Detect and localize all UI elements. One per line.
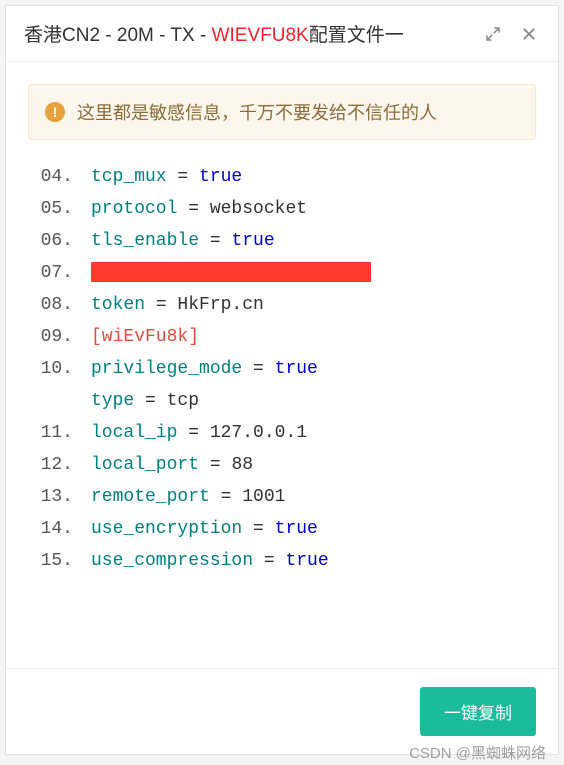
token-num: 1001 bbox=[242, 487, 285, 507]
code-content: use_compression = true bbox=[83, 545, 535, 577]
token-val: true bbox=[275, 519, 318, 539]
code-line: 06tls_enable = true bbox=[29, 225, 535, 257]
code-content: local_ip = 127.0.0.1 bbox=[83, 417, 535, 449]
title-prefix: 香港CN2 - 20M - TX - bbox=[24, 25, 212, 46]
token-key: tcp_mux bbox=[91, 167, 167, 187]
line-number: 13 bbox=[29, 481, 83, 513]
code-line: 10privilege_mode = true bbox=[29, 353, 535, 385]
token-num: 127.0.0.1 bbox=[210, 423, 307, 443]
code-content: tcp_mux = true bbox=[83, 161, 535, 193]
code-content: local_port = 88 bbox=[83, 449, 535, 481]
token-val: true bbox=[231, 231, 274, 251]
token-key: type bbox=[91, 391, 134, 411]
code-content: [wiEvFu8k] bbox=[83, 321, 535, 353]
token-op: = bbox=[177, 199, 209, 219]
token-op: = bbox=[242, 519, 274, 539]
code-content: token = HkFrp.cn bbox=[83, 289, 535, 321]
token-op: = bbox=[199, 455, 231, 475]
copy-button[interactable]: 一键复制 bbox=[420, 687, 536, 736]
code-line: 04tcp_mux = true bbox=[29, 161, 535, 193]
token-key: token bbox=[91, 295, 145, 315]
code-content: tls_enable = true bbox=[83, 225, 535, 257]
warning-alert: ! 这里都是敏感信息，千万不要发给不信任的人 bbox=[28, 84, 536, 140]
modal-footer: 一键复制 bbox=[6, 668, 558, 754]
token-key: use_compression bbox=[91, 551, 253, 571]
code-line: 11local_ip = 127.0.0.1 bbox=[29, 417, 535, 449]
modal-header: 香港CN2 - 20M - TX - WIEVFU8K配置文件一 bbox=[6, 6, 558, 62]
line-number: 07 bbox=[29, 257, 83, 289]
line-number bbox=[29, 385, 83, 417]
code-line: 12local_port = 88 bbox=[29, 449, 535, 481]
line-number: 15 bbox=[29, 545, 83, 577]
code-line: type = tcp bbox=[29, 385, 535, 417]
token-sec: [wiEvFu8k] bbox=[91, 327, 199, 347]
token-num: 88 bbox=[231, 455, 253, 475]
warning-icon: ! bbox=[45, 102, 65, 122]
code-content: remote_port = 1001 bbox=[83, 481, 535, 513]
code-line: 05protocol = websocket bbox=[29, 193, 535, 225]
code-content: type = tcp bbox=[83, 385, 535, 417]
token-str: HkFrp.cn bbox=[177, 295, 263, 315]
token-key: tls_enable bbox=[91, 231, 199, 251]
code-line: 07 bbox=[29, 257, 535, 289]
code-line: 15use_compression = true bbox=[29, 545, 535, 577]
token-val: true bbox=[199, 167, 242, 187]
line-number: 06 bbox=[29, 225, 83, 257]
config-modal: 香港CN2 - 20M - TX - WIEVFU8K配置文件一 ! 这里都是敏… bbox=[5, 5, 559, 755]
line-number: 04 bbox=[29, 161, 83, 193]
token-key: protocol bbox=[91, 199, 177, 219]
line-number: 08 bbox=[29, 289, 83, 321]
token-op: = bbox=[199, 231, 231, 251]
line-number: 09 bbox=[29, 321, 83, 353]
code-line: 08token = HkFrp.cn bbox=[29, 289, 535, 321]
token-str: tcp bbox=[167, 391, 199, 411]
warning-text: 这里都是敏感信息，千万不要发给不信任的人 bbox=[77, 99, 437, 125]
fullscreen-icon[interactable] bbox=[482, 23, 504, 45]
code-content: privilege_mode = true bbox=[83, 353, 535, 385]
token-key: privilege_mode bbox=[91, 359, 242, 379]
title-suffix: 配置文件一 bbox=[309, 25, 404, 46]
token-op: = bbox=[134, 391, 166, 411]
header-actions bbox=[482, 23, 540, 45]
code-content: use_encryption = true bbox=[83, 513, 535, 545]
redacted-block bbox=[91, 262, 371, 282]
code-content: protocol = websocket bbox=[83, 193, 535, 225]
token-op: = bbox=[145, 295, 177, 315]
token-op: = bbox=[253, 551, 285, 571]
token-val: true bbox=[285, 551, 328, 571]
token-key: remote_port bbox=[91, 487, 210, 507]
title-highlight: WIEVFU8K bbox=[212, 25, 309, 46]
line-number: 12 bbox=[29, 449, 83, 481]
token-key: local_port bbox=[91, 455, 199, 475]
modal-title: 香港CN2 - 20M - TX - WIEVFU8K配置文件一 bbox=[24, 20, 482, 47]
token-op: = bbox=[177, 423, 209, 443]
token-op: = bbox=[242, 359, 274, 379]
line-number: 11 bbox=[29, 417, 83, 449]
token-key: use_encryption bbox=[91, 519, 242, 539]
code-scroll[interactable]: 04tcp_mux = true05protocol = websocket06… bbox=[29, 161, 535, 645]
modal-body: ! 这里都是敏感信息，千万不要发给不信任的人 04tcp_mux = true0… bbox=[6, 62, 558, 668]
line-number: 05 bbox=[29, 193, 83, 225]
code-block: 04tcp_mux = true05protocol = websocket06… bbox=[28, 160, 536, 646]
code-line: 09 [wiEvFu8k] bbox=[29, 321, 535, 353]
token-val: true bbox=[275, 359, 318, 379]
close-icon[interactable] bbox=[518, 23, 540, 45]
code-line: 13remote_port = 1001 bbox=[29, 481, 535, 513]
code-content bbox=[83, 257, 535, 289]
token-key: local_ip bbox=[91, 423, 177, 443]
token-op: = bbox=[210, 487, 242, 507]
line-number: 10 bbox=[29, 353, 83, 385]
token-str: websocket bbox=[210, 199, 307, 219]
code-line: 14use_encryption = true bbox=[29, 513, 535, 545]
token-op: = bbox=[167, 167, 199, 187]
line-number: 14 bbox=[29, 513, 83, 545]
